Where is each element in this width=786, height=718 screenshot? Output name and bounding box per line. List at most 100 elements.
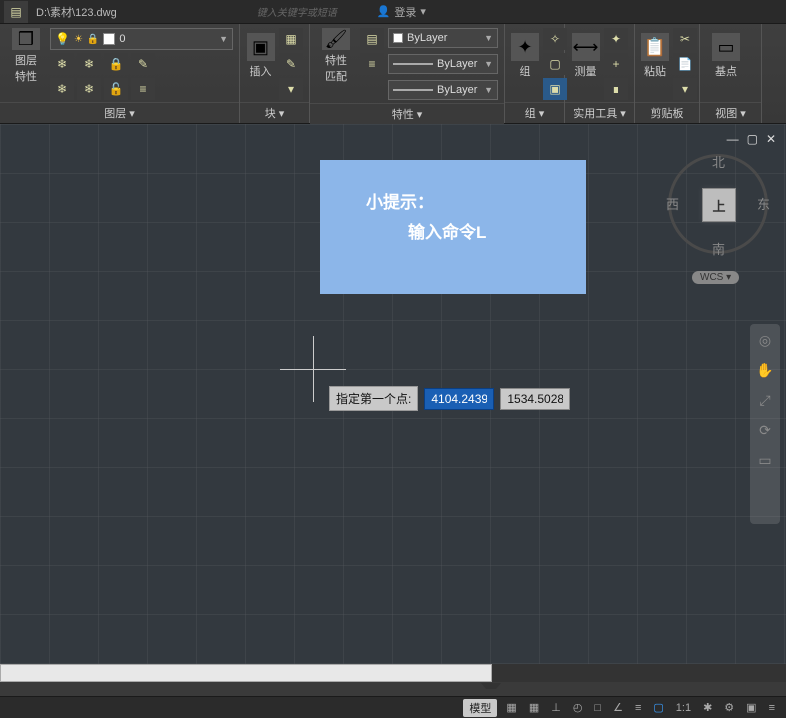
viewcube-top-face[interactable]: 上 [702,188,736,222]
lineweight-toggle[interactable]: ≡ [632,702,644,714]
otrack-toggle[interactable]: ∠ [610,701,626,714]
wcs-label[interactable]: WCS ▾ [692,271,739,284]
panel-label-block[interactable]: 块 ▾ [240,102,309,123]
ortho-toggle[interactable]: ⊥ [548,701,564,714]
panel-label-group[interactable]: 组 ▾ [505,102,564,123]
select-all-button[interactable]: ✦ [604,28,628,50]
lineweight-dropdown[interactable]: ByLayer▼ [388,54,498,74]
create-block-button[interactable]: ▦ [279,28,303,50]
copy-base-button[interactable]: ▾ [673,78,697,100]
scale-display[interactable]: 1:1 [673,702,694,714]
nav-orbit-button[interactable]: ⟳ [755,420,775,440]
panel-label-props[interactable]: 特性 ▾ [310,103,504,124]
base-label: 基点 [715,63,737,79]
customize-status[interactable]: ≡ [766,702,778,714]
status-bar: 模型 ▦ ▦ ⊥ ◴ □ ∠ ≡ ▢ 1:1 ✱ ⚙ ▣ ≡ [0,696,786,718]
layer-lock-button[interactable]: 🔒 [104,53,128,75]
command-line[interactable] [0,664,492,682]
transparency-toggle[interactable]: ▢ [650,701,666,714]
panel-label-layer[interactable]: 图层 ▾ [0,102,239,123]
group-select-button[interactable]: ▣ [543,78,567,100]
layer-freeze-button[interactable]: ❄ [77,53,101,75]
dynamic-input: 指定第一个点: [329,386,570,411]
list-button[interactable]: ≡ [360,53,384,75]
help-search-hint[interactable]: 键入关键字或短语 [257,4,337,19]
group-edit-button[interactable]: ▢ [543,53,567,75]
match-props-button[interactable]: 🖌 特性匹配 [316,28,356,84]
viewcube[interactable]: 北 南 西 东 上 WCS ▾ [668,154,768,284]
tooltip-box: 小提示： 输入命令L [320,160,586,294]
quick-calc-button[interactable]: + [604,53,628,75]
compass-east[interactable]: 东 [757,194,770,213]
color-dropdown[interactable]: ByLayer▼ [388,28,498,48]
panel-label-utils[interactable]: 实用工具 ▾ [565,102,634,123]
props-palette-button[interactable]: ▤ [360,28,384,50]
panel-block: ▣ 插入 ▦ ✎ ▾ 块 ▾ [240,24,310,123]
measure-button[interactable]: ⟷ 测量 [571,28,600,84]
layer-unlock-button[interactable]: 🔓 [104,78,128,100]
polar-toggle[interactable]: ◴ [570,701,586,714]
dyn-x-input[interactable] [424,388,494,410]
point-button[interactable]: ∎ [604,78,628,100]
chevron-down-icon: ▾ [420,5,426,18]
lineweight-sample-icon [393,63,433,65]
login-button[interactable]: 👤 登录 ▾ [377,4,426,20]
layer-stack-icon: ❒ [12,28,40,50]
nav-pan-button[interactable]: ✋ [755,360,775,380]
paste-icon: 📋 [641,33,669,61]
quick-access-icon[interactable]: ▤ [4,1,28,23]
viewport-close-button[interactable]: ✕ [766,132,776,146]
paste-button[interactable]: 📋 粘贴 [641,28,669,84]
isolate-toggle[interactable]: ▣ [743,701,759,714]
match-props-label: 特性匹配 [325,52,347,84]
chevron-down-icon: ▼ [219,34,228,44]
linetype-dropdown[interactable]: ByLayer▼ [388,80,498,100]
layer-thaw-button[interactable]: ❄ [77,78,101,100]
annotation-toggle[interactable]: ✱ [700,701,715,714]
compass-west[interactable]: 西 [666,194,679,213]
sun-icon: ☀ [74,34,83,45]
workspace-switch[interactable]: ⚙ [721,701,737,714]
copy-button[interactable]: 📄 [673,53,697,75]
compass-north[interactable]: 北 [712,152,725,171]
nav-showmotion-button[interactable]: ▭ [755,450,775,470]
base-view-button[interactable]: ▭ 基点 [706,28,746,84]
viewport-minimize-button[interactable]: — [727,132,739,146]
linetype-sample-icon [393,89,433,91]
layer-on-button[interactable]: ❄ [50,78,74,100]
edit-block-button[interactable]: ✎ [279,53,303,75]
group-button[interactable]: ✦ 组 [511,28,539,84]
dyn-y-input[interactable] [500,388,570,410]
insert-block-button[interactable]: ▣ 插入 [246,28,275,84]
nav-zoom-button[interactable]: ⤢ [755,390,775,410]
osnap-toggle[interactable]: □ [591,702,604,714]
layer-name: 0 [119,33,125,45]
panel-label-clip[interactable]: 剪贴板 [635,102,699,123]
layer-isolate-button[interactable]: ≡ [131,78,155,100]
viewport-maximize-button[interactable]: ▢ [747,132,758,146]
title-bar: ▤ D:\素材\123.dwg 键入关键字或短语 👤 登录 ▾ [0,0,786,24]
edit-attr-button[interactable]: ▾ [279,78,303,100]
panel-view: ▭ 基点 视图 ▾ [700,24,762,123]
compass-south[interactable]: 南 [712,239,725,258]
cut-button[interactable]: ✂ [673,28,697,50]
navigation-bar: ◎ ✋ ⤢ ⟳ ▭ [750,324,780,524]
layer-match-button[interactable]: ✎ [131,53,155,75]
nav-wheel-button[interactable]: ◎ [755,330,775,350]
layer-dropdown[interactable]: 💡 ☀ 🔒 0 ▼ [50,28,233,50]
dyn-prompt: 指定第一个点: [329,386,418,411]
panel-clipboard: 📋 粘贴 ✂ 📄 ▾ 剪贴板 [635,24,700,123]
drawing-area[interactable]: — ▢ ✕ 北 南 西 东 上 WCS ▾ 小提示： 输入命令L 指定第一个点:… [0,124,786,664]
bulb-icon: 💡 [55,32,70,46]
layer-properties-button[interactable]: ❒ 图层特性 [6,28,46,84]
layer-off-button[interactable]: ❄ [50,53,74,75]
snap-toggle[interactable]: ▦ [526,701,542,714]
ungroup-button[interactable]: ✧ [543,28,567,50]
block-insert-icon: ▣ [247,33,275,61]
layer-tools-grid: ❄ ❄ 🔒 ✎ ❄ ❄ 🔓 ≡ [50,53,233,100]
paste-label: 粘贴 [644,63,666,79]
grid-toggle[interactable]: ▦ [503,701,519,714]
panel-label-view[interactable]: 视图 ▾ [700,102,761,123]
model-tab[interactable]: 模型 [463,699,497,717]
lock-icon: 🔒 [87,34,99,45]
